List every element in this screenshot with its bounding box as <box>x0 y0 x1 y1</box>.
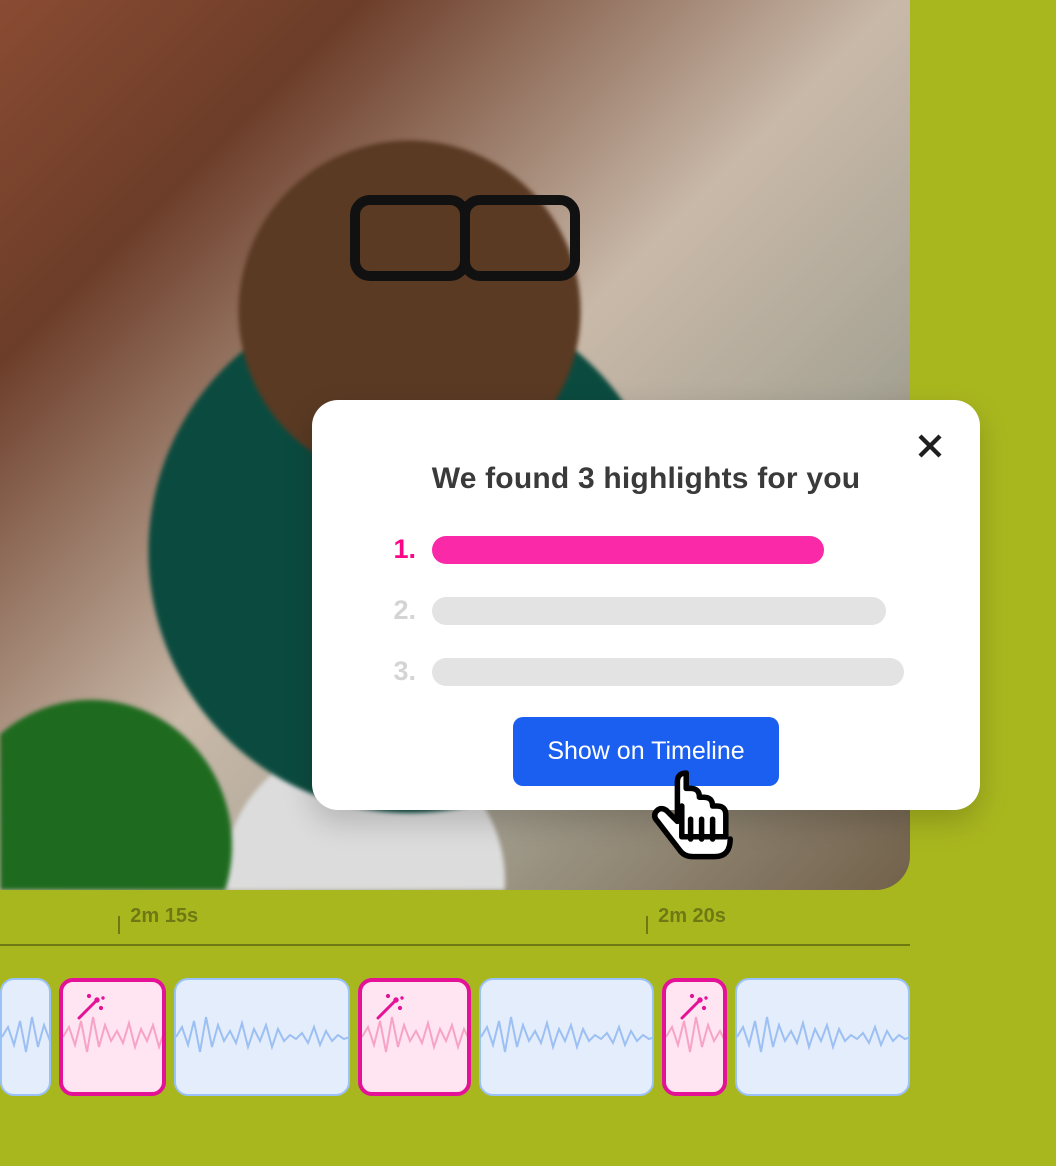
timeline-tick: 2m 15s <box>118 916 198 934</box>
highlight-number: 2. <box>388 595 416 626</box>
highlight-item-2[interactable]: 2. <box>388 595 904 626</box>
waveform <box>737 997 910 1077</box>
highlight-bar <box>432 658 904 686</box>
close-button[interactable] <box>908 424 952 468</box>
timeline-clip[interactable] <box>0 978 51 1096</box>
timeline-clip[interactable] <box>479 978 654 1096</box>
tick-label: 2m 15s <box>130 905 198 927</box>
highlight-bar <box>432 536 824 564</box>
waveform <box>362 997 471 1077</box>
timeline-clip[interactable] <box>735 978 910 1096</box>
timeline-clip-highlight[interactable] <box>662 978 726 1096</box>
timeline-tick: 2m 20s <box>646 916 726 934</box>
waveform <box>481 997 654 1077</box>
waveform <box>2 997 51 1077</box>
waveform <box>666 997 726 1077</box>
highlight-bar <box>432 597 886 625</box>
highlight-item-1[interactable]: 1. <box>388 534 904 565</box>
timeline[interactable]: 2m 15s 2m 20s <box>0 900 910 1100</box>
timeline-clip-highlight[interactable] <box>358 978 471 1096</box>
close-icon <box>915 431 945 461</box>
timeline-clip[interactable] <box>174 978 349 1096</box>
highlight-number: 3. <box>388 656 416 687</box>
timeline-ruler: 2m 15s 2m 20s <box>0 900 910 946</box>
highlight-item-3[interactable]: 3. <box>388 656 904 687</box>
timeline-clip-highlight[interactable] <box>59 978 166 1096</box>
waveform <box>63 997 166 1077</box>
person-glasses-illustration <box>350 195 580 265</box>
timeline-clips[interactable] <box>0 978 910 1100</box>
highlight-number: 1. <box>388 534 416 565</box>
tick-label: 2m 20s <box>658 905 726 927</box>
highlights-popup: We found 3 highlights for you 1. 2. 3. S… <box>312 400 980 810</box>
show-on-timeline-button[interactable]: Show on Timeline <box>513 717 778 786</box>
popup-title: We found 3 highlights for you <box>352 462 940 496</box>
waveform <box>176 997 349 1077</box>
